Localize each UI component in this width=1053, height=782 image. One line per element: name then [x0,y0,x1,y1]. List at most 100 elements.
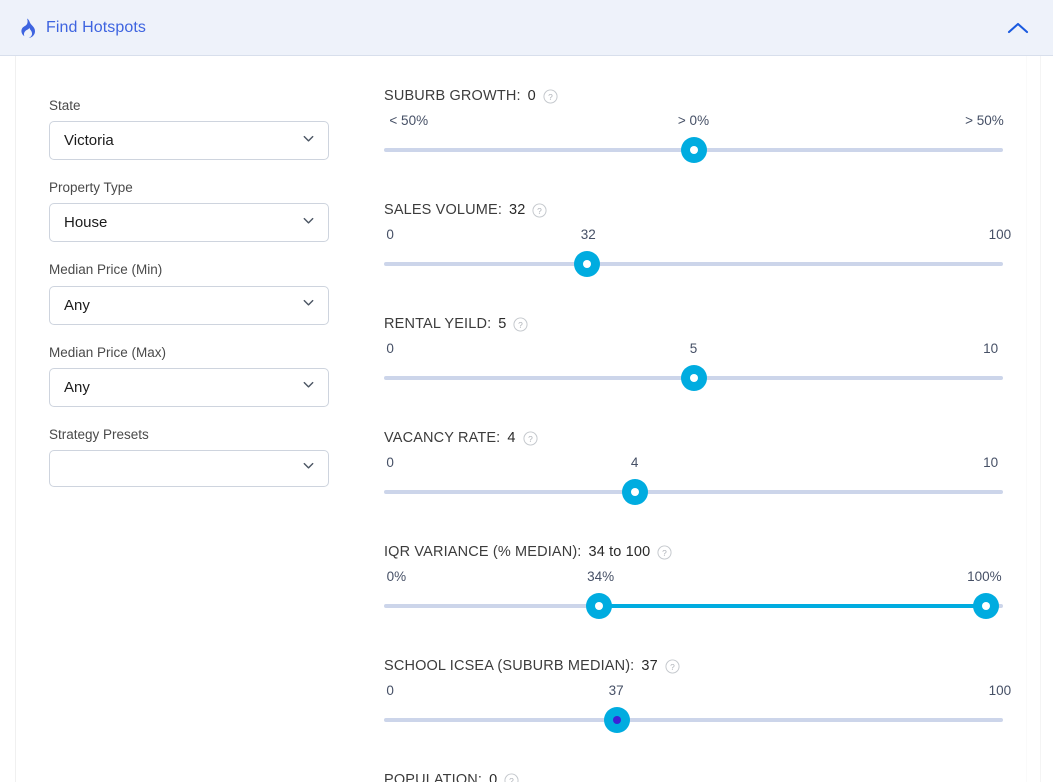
field-state: State Victoria [49,98,355,160]
slider-tick-school-icsea-2: 100 [989,683,1012,698]
slider-thumb-vacancy-rate[interactable] [622,479,648,505]
select-state[interactable]: Victoria [49,121,329,160]
select-median-price-min[interactable]: Any [49,286,329,325]
slider-title-vacancy-rate: VACANCY RATE:4? [384,430,1003,446]
slider-label-rental-yeild: RENTAL YEILD: [384,316,491,332]
slider-track-iqr-variance[interactable] [384,593,1003,619]
slider-ticks-sales-volume: 032100 [384,227,1003,245]
slider-track-bg-school-icsea [384,718,1003,722]
slider-tick-suburb-growth-0: < 50% [389,113,428,128]
select-value-median-price-max: Any [64,379,301,396]
slider-row-school-icsea: SCHOOL ICSEA (SUBURB MEDIAN):37?037100 [384,658,1003,733]
slider-value-rental-yeild: 5 [498,316,506,332]
slider-tick-iqr-variance-1: 34% [587,569,614,584]
slider-tick-rental-yeild-1: 5 [690,341,698,356]
slider-track-bg-sales-volume [384,262,1003,266]
select-value-median-price-min: Any [64,297,301,314]
slider-row-suburb-growth: SUBURB GROWTH: 0? < 50%> 0%> 50% [384,88,1003,163]
help-icon[interactable]: ? [543,89,558,104]
slider-tick-sales-volume-0: 0 [386,227,394,242]
chevron-down-icon [301,377,316,397]
slider-label-iqr-variance: IQR VARIANCE (% MEDIAN): [384,544,582,560]
slider-thumb-iqr-variance-max[interactable] [973,593,999,619]
slider-thumb-rental-yeild[interactable] [681,365,707,391]
header-left: Find Hotspots [18,18,146,38]
help-icon[interactable]: ? [523,431,538,446]
chevron-down-icon [301,131,316,151]
slider-tick-vacancy-rate-1: 4 [631,455,639,470]
slider-label-sales-volume: SALES VOLUME: [384,202,502,218]
slider-track-vacancy-rate[interactable] [384,479,1003,505]
select-value-state: Victoria [64,132,301,149]
slider-tick-vacancy-rate-2: 10 [983,455,998,470]
slider-thumb-sales-volume[interactable] [574,251,600,277]
slider-tick-rental-yeild-0: 0 [386,341,394,356]
field-label-property-type: Property Type [49,180,355,196]
slider-thumb-iqr-variance[interactable] [586,593,612,619]
help-icon[interactable]: ? [657,545,672,560]
slider-row-iqr-variance: IQR VARIANCE (% MEDIAN): 34 to 100? 0% 34% 1… [384,544,1003,619]
slider-value-suburb-growth: 0 [528,88,536,104]
svg-text:?: ? [548,91,553,101]
slider-thumb-suburb-growth[interactable] [681,137,707,163]
slider-tick-school-icsea-1: 37 [609,683,624,698]
field-label-median-price-min: Median Price (Min) [49,262,355,278]
slider-value-population: 0 [489,772,497,782]
slider-value-sales-volume: 32 [509,202,525,218]
slider-ticks-school-icsea: 037100 [384,683,1003,701]
page-title: Find Hotspots [46,19,146,37]
help-icon[interactable]: ? [532,203,547,218]
slider-title-sales-volume: SALES VOLUME: 32? [384,202,1003,218]
slider-tick-rental-yeild-2: 10 [983,341,998,356]
svg-text:?: ? [662,547,667,557]
field-median-price-max: Median Price (Max) Any [49,345,355,407]
svg-text:?: ? [670,661,675,671]
svg-text:?: ? [509,775,514,782]
sliders-column: SUBURB GROWTH: 0? < 50%> 0%> 50% SALES VOLU… [355,56,1053,782]
field-label-strategy-presets: Strategy Presets [49,427,355,443]
slider-ticks-suburb-growth: < 50%> 0%> 50% [384,113,1003,131]
slider-tick-school-icsea-0: 0 [386,683,394,698]
svg-text:?: ? [519,319,524,329]
select-median-price-max[interactable]: Any [49,368,329,407]
slider-ticks-iqr-variance: 0% 34% 100% [384,569,1003,587]
panel-header: Find Hotspots [0,0,1053,56]
slider-label-school-icsea: SCHOOL ICSEA (SUBURB MEDIAN): [384,658,634,674]
slider-tick-sales-volume-1: 32 [581,227,596,242]
field-strategy-presets: Strategy Presets [49,427,355,487]
slider-title-iqr-variance: IQR VARIANCE (% MEDIAN): 34 to 100? [384,544,1003,560]
help-icon[interactable]: ? [665,659,680,674]
panel-body: State Victoria Property Type House Median Pr… [0,56,1053,782]
slider-track-school-icsea[interactable] [384,707,1003,733]
slider-value-school-icsea: 37 [641,658,657,674]
slider-label-population: POPULATION: [384,772,482,782]
slider-thumb-school-icsea[interactable] [604,707,630,733]
slider-ticks-vacancy-rate: 0410 [384,455,1003,473]
slider-track-sales-volume[interactable] [384,251,1003,277]
slider-label-suburb-growth: SUBURB GROWTH: [384,88,521,104]
slider-tick-suburb-growth-2: > 50% [965,113,1004,128]
help-icon[interactable]: ? [513,317,528,332]
select-property-type[interactable]: House [49,203,329,242]
select-strategy-presets[interactable] [49,450,329,487]
slider-tick-iqr-variance-0: 0% [387,569,407,584]
slider-tick-sales-volume-2: 100 [989,227,1012,242]
slider-title-suburb-growth: SUBURB GROWTH: 0? [384,88,1003,104]
svg-text:?: ? [528,433,533,443]
slider-row-vacancy-rate: VACANCY RATE:4?0410 [384,430,1003,505]
slider-title-population: POPULATION: 0? [384,772,1003,782]
slider-track-rental-yeild[interactable] [384,365,1003,391]
slider-title-rental-yeild: RENTAL YEILD: 5? [384,316,1003,332]
field-label-state: State [49,98,355,114]
help-icon[interactable]: ? [504,773,519,782]
field-median-price-min: Median Price (Min) Any [49,262,355,324]
slider-value-iqr-variance: 34 to 100 [589,544,651,560]
select-value-property-type: House [64,214,301,231]
slider-tick-iqr-variance-2: 100% [967,569,1002,584]
collapse-panel-button[interactable] [1001,11,1035,45]
slider-row-population: POPULATION:0?030000 [384,772,1003,782]
svg-text:?: ? [538,205,543,215]
slider-track-suburb-growth[interactable] [384,137,1003,163]
slider-row-rental-yeild: RENTAL YEILD: 5? 0 5 10 [384,316,1003,391]
field-label-median-price-max: Median Price (Max) [49,345,355,361]
